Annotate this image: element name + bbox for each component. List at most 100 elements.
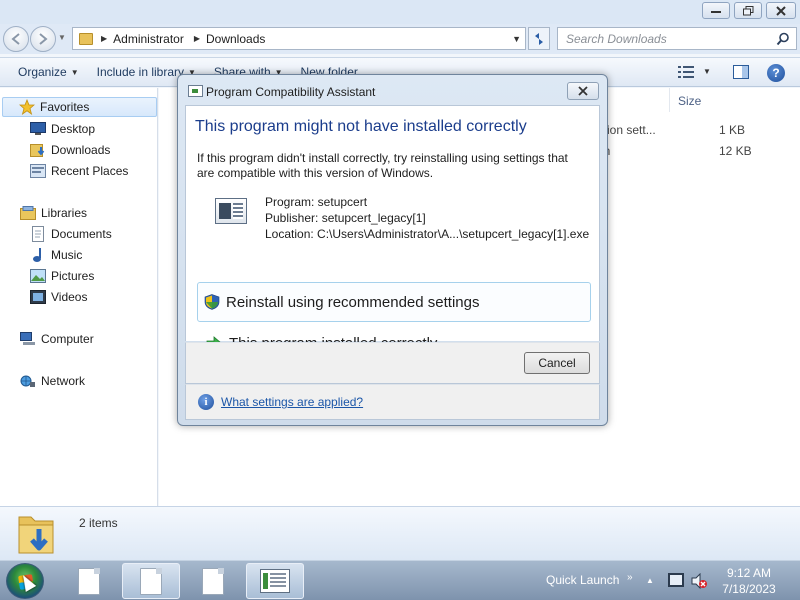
- quick-launch-label[interactable]: Quick Launch: [546, 573, 619, 587]
- folder-icon: [79, 32, 93, 45]
- downloads-folder-icon: [18, 516, 54, 554]
- preview-pane-icon[interactable]: [733, 65, 749, 79]
- dialog-body: This program might not have installed co…: [185, 105, 600, 352]
- taskbar-item-document[interactable]: [60, 563, 118, 599]
- uac-shield-icon: [204, 294, 220, 310]
- network-icon: [20, 374, 36, 388]
- nav-music-label: Music: [51, 248, 83, 262]
- program-name: Program: setupcert: [265, 195, 368, 209]
- taskbar-item-compatibility-assistant[interactable]: [246, 563, 304, 599]
- restore-icon: [742, 5, 753, 15]
- dialog-close-button[interactable]: [567, 82, 599, 100]
- column-header-size[interactable]: Size: [678, 94, 701, 108]
- minimize-icon: [711, 10, 721, 13]
- forward-arrow-icon: [39, 33, 48, 45]
- nav-pictures[interactable]: Pictures: [30, 266, 94, 286]
- dialog-heading: This program might not have installed co…: [195, 118, 527, 135]
- music-icon: [30, 248, 46, 262]
- dialog-help-area: i What settings are applied?: [185, 384, 600, 420]
- taskbar-item-document[interactable]: [122, 563, 180, 599]
- organize-label: Organize: [18, 65, 67, 79]
- libraries-icon: [20, 206, 36, 220]
- nav-computer[interactable]: Computer: [20, 329, 94, 349]
- nav-network-label: Network: [41, 374, 86, 388]
- nav-documents[interactable]: Documents: [30, 224, 112, 244]
- system-clock[interactable]: 9:12 AM 7/18/2023: [716, 565, 782, 597]
- minimize-button[interactable]: [702, 2, 730, 19]
- search-icon[interactable]: [776, 32, 790, 46]
- document-icon: [202, 567, 224, 595]
- close-button[interactable]: [766, 2, 796, 19]
- nav-downloads[interactable]: Downloads: [30, 140, 110, 160]
- nav-music[interactable]: Music: [30, 245, 82, 265]
- program-icon: [215, 198, 247, 224]
- document-icon: [78, 567, 100, 595]
- dialog-title: Program Compatibility Assistant: [206, 85, 376, 99]
- program-details: Program: setupcert Publisher: setupcert_…: [265, 194, 589, 242]
- address-row: ▼ ▶ Administrator ▶ Downloads ▼ Search D…: [0, 24, 800, 54]
- recent-pages-dropdown-icon[interactable]: ▼: [58, 33, 66, 42]
- nav-favorites-label: Favorites: [40, 100, 90, 114]
- breadcrumb-arrow-icon[interactable]: ▶: [194, 34, 200, 43]
- pictures-icon: [30, 269, 46, 283]
- nav-desktop-label: Desktop: [51, 122, 96, 136]
- nav-recent-places[interactable]: Recent Places: [30, 161, 128, 181]
- dialog-message: If this program didn't install correctly…: [197, 151, 568, 180]
- refresh-button[interactable]: [528, 27, 550, 50]
- dialog-button-area: Cancel: [185, 342, 600, 384]
- nav-libraries[interactable]: Libraries: [20, 203, 87, 223]
- compatibility-assistant-icon: [260, 569, 290, 593]
- documents-icon: [30, 226, 46, 242]
- volume-muted-icon[interactable]: [691, 573, 707, 589]
- taskbar-item-document[interactable]: [184, 563, 242, 599]
- nav-desktop[interactable]: Desktop: [30, 119, 95, 139]
- nav-downloads-label: Downloads: [51, 143, 111, 157]
- nav-favorites[interactable]: Favorites: [2, 97, 157, 117]
- dialog-title-bar[interactable]: Program Compatibility Assistant: [178, 75, 607, 105]
- organize-menu[interactable]: Organize ▼: [18, 65, 79, 79]
- star-icon: [19, 99, 35, 115]
- column-separator: [669, 88, 670, 112]
- nav-computer-label: Computer: [41, 332, 94, 346]
- nav-network[interactable]: Network: [20, 371, 85, 391]
- compatibility-dialog: Program Compatibility Assistant This pro…: [177, 74, 608, 426]
- cancel-button-label: Cancel: [538, 356, 576, 370]
- window-title-bar: [0, 0, 800, 24]
- videos-icon: [30, 290, 46, 304]
- breadcrumb-arrow-icon[interactable]: ▶: [101, 34, 107, 43]
- dropdown-icon: ▼: [70, 67, 79, 77]
- nav-videos[interactable]: Videos: [30, 287, 87, 307]
- clock-date: 7/18/2023: [722, 582, 776, 596]
- program-publisher: Publisher: setupcert_legacy[1]: [265, 211, 426, 225]
- network-status-icon[interactable]: [668, 573, 684, 587]
- show-hidden-icons-icon[interactable]: ▲: [646, 576, 654, 585]
- settings-applied-link[interactable]: What settings are applied?: [221, 395, 363, 409]
- address-bar[interactable]: ▶ Administrator ▶ Downloads ▼: [72, 27, 526, 50]
- back-button[interactable]: [3, 26, 29, 52]
- breadcrumb-administrator[interactable]: Administrator: [113, 32, 184, 46]
- close-icon: [776, 5, 786, 16]
- search-input[interactable]: Search Downloads: [557, 27, 797, 50]
- cancel-button[interactable]: Cancel: [524, 352, 590, 374]
- window-controls: [702, 2, 796, 19]
- forward-button[interactable]: [30, 26, 56, 52]
- recent-places-icon: [30, 164, 46, 178]
- maximize-button[interactable]: [734, 2, 762, 19]
- reinstall-option-label: Reinstall using recommended settings: [226, 293, 480, 311]
- view-options-icon[interactable]: [678, 66, 694, 78]
- downloads-folder-icon: [30, 143, 46, 157]
- help-icon[interactable]: ?: [767, 64, 785, 82]
- navigation-pane: Favorites Desktop Downloads Recent Place…: [0, 88, 158, 506]
- close-icon: [578, 86, 588, 96]
- computer-icon: [20, 332, 36, 346]
- nav-documents-label: Documents: [51, 227, 112, 241]
- nav-recent-places-label: Recent Places: [51, 164, 129, 178]
- address-dropdown-icon[interactable]: ▼: [512, 34, 521, 44]
- file-size: 1 KB: [719, 123, 746, 137]
- view-dropdown-icon[interactable]: ▼: [703, 67, 711, 76]
- breadcrumb-downloads[interactable]: Downloads: [206, 32, 265, 46]
- quick-launch-chevron-icon[interactable]: »: [627, 572, 633, 583]
- search-placeholder: Search Downloads: [566, 31, 667, 46]
- nav-videos-label: Videos: [51, 290, 88, 304]
- reinstall-option[interactable]: Reinstall using recommended settings: [197, 282, 591, 322]
